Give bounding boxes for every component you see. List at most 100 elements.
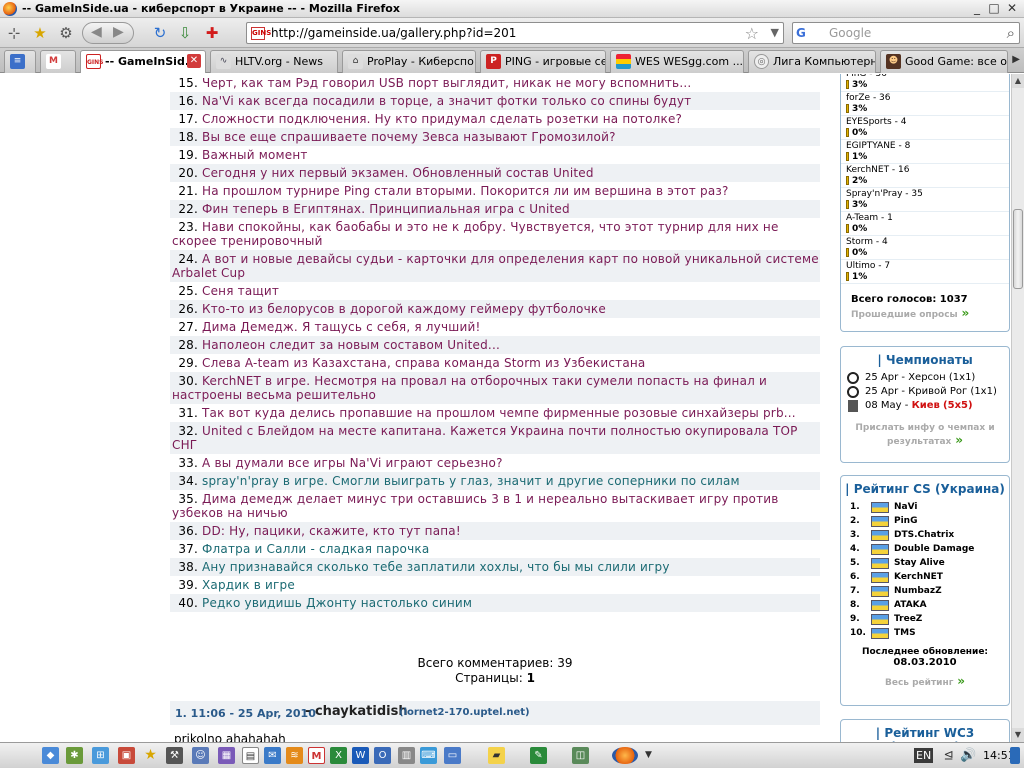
scroll-thumb[interactable] xyxy=(1013,209,1023,289)
bookmark-star-icon[interactable]: ★ xyxy=(30,23,50,43)
caption-link[interactable]: spray'n'pray в игре. Смогли выиграть у г… xyxy=(202,474,740,488)
maximize-icon[interactable]: □ xyxy=(985,1,1003,16)
favorites-star-icon[interactable]: ★ xyxy=(142,747,159,764)
viewer-app-icon[interactable]: ◫ xyxy=(572,747,589,764)
tab-rss[interactable]: ≡ xyxy=(4,50,36,73)
settings-app-icon[interactable]: ✱ xyxy=(66,747,83,764)
caption-link[interactable]: Фин теперь в Египтянах. Принципиальная и… xyxy=(202,202,570,216)
chat-app-icon[interactable]: ✉ xyxy=(264,747,281,764)
past-polls-link[interactable]: Прошедшие опросы » xyxy=(851,306,969,320)
tools-app-icon[interactable]: ⚒ xyxy=(166,747,183,764)
caption-link[interactable]: Наполеон следит за новым составом United… xyxy=(202,338,500,352)
rating-team[interactable]: PinG xyxy=(894,514,917,528)
calendar-app-icon[interactable]: ▦ xyxy=(218,747,235,764)
keyboard-app-icon[interactable]: ⌨ xyxy=(420,747,437,764)
scroll-up-icon[interactable]: ▲ xyxy=(1012,74,1024,88)
rating-row[interactable]: 2. PinG xyxy=(841,514,1009,528)
rating-row[interactable]: 8. ATAKA xyxy=(841,598,1009,612)
caption-link[interactable]: Вы все еще спрашиваете почему Зевса назы… xyxy=(202,130,616,144)
caption-link[interactable]: United с Блейдом на месте капитана. Каже… xyxy=(172,424,798,452)
caption-link[interactable]: Na'Vi как всегда посадили в торце, а зна… xyxy=(202,94,691,108)
tab-close-icon[interactable]: ✕ xyxy=(187,54,201,68)
past-polls-label[interactable]: Прошедшие опросы xyxy=(851,310,958,320)
rating-team[interactable]: TreeZ xyxy=(894,612,922,626)
championship-place[interactable]: Херсон xyxy=(908,372,946,383)
scroll-down-icon[interactable]: ▼ xyxy=(1012,728,1024,742)
championship-row[interactable]: 25 Apr - Кривой Рог (1x1) xyxy=(841,385,1009,399)
caption-link[interactable]: Хардик в игре xyxy=(202,578,295,592)
page-scrollbar[interactable]: ▲ ▼ xyxy=(1011,74,1024,742)
folder-app-icon[interactable]: ▰ xyxy=(488,747,505,764)
caption-link[interactable]: Важный момент xyxy=(202,148,308,162)
rating-team[interactable]: DTS.Chatrix xyxy=(894,528,954,542)
rating-team[interactable]: KerchNET xyxy=(894,570,943,584)
download-icon[interactable]: ⇩ xyxy=(175,23,195,43)
search-input[interactable]: Google xyxy=(829,26,871,40)
caption-link[interactable]: А вы думали все игры Na'Vi играют серьез… xyxy=(202,456,503,470)
tray-arrow-icon[interactable]: ⊴ xyxy=(940,747,957,764)
addon-plus-icon[interactable]: ✚ xyxy=(202,23,222,43)
championship-place[interactable]: Кривой Рог xyxy=(908,386,967,397)
rss-app-icon[interactable]: ≋ xyxy=(286,747,303,764)
excel-app-icon[interactable]: X xyxy=(330,747,347,764)
caption-link[interactable]: Черт, как там Рэд говорил USB порт выгля… xyxy=(202,76,691,90)
rating-row[interactable]: 9. TreeZ xyxy=(841,612,1009,626)
tab-ping[interactable]: P PING - игровые се... xyxy=(480,50,606,73)
url-bar[interactable]: GINS http://gameinside.ua/gallery.php?id… xyxy=(246,22,784,44)
remote-app-icon[interactable]: ▭ xyxy=(444,747,461,764)
document-app-icon[interactable]: ▤ xyxy=(242,747,259,764)
caption-link[interactable]: Сегодня у них первый экзамен. Обновленны… xyxy=(202,166,594,180)
caption-link[interactable]: Флатра и Салли - сладкая парочка xyxy=(202,542,429,556)
championship-row[interactable]: 25 Apr - Херсон (1x1) xyxy=(841,371,1009,385)
show-desktop-icon[interactable] xyxy=(1010,747,1020,764)
full-rating-label[interactable]: Весь рейтинг xyxy=(885,678,953,688)
send-info-link[interactable]: Прислать инфу о чемпах и результатах » xyxy=(841,413,1009,448)
rating-row[interactable]: 5. Stay Alive xyxy=(841,556,1009,570)
rating-team[interactable]: ATAKA xyxy=(894,598,927,612)
author-name[interactable]: chaykatidish xyxy=(315,704,408,719)
caption-link[interactable]: Сложности подключения. Ну кто придумал с… xyxy=(202,112,682,126)
caption-link[interactable]: Сеня тащит xyxy=(202,284,279,298)
gmail-app-icon[interactable]: M xyxy=(308,747,325,764)
word-app-icon[interactable]: W xyxy=(352,747,369,764)
bookmark-page-icon[interactable]: ☆ xyxy=(745,24,759,43)
tab-liga[interactable]: ◎ Лига Компьютерн... xyxy=(748,50,876,73)
close-icon[interactable]: ✕ xyxy=(1003,1,1021,16)
language-indicator[interactable]: EN xyxy=(914,748,934,763)
page-number[interactable]: 1 xyxy=(527,671,535,685)
full-rating-link[interactable]: Весь рейтинг » xyxy=(841,674,1009,688)
cursor-icon[interactable]: ⊹ xyxy=(4,23,24,43)
rating-team[interactable]: NumbazZ xyxy=(894,584,942,598)
taskbar-dropdown-icon[interactable]: ▼ xyxy=(640,747,657,764)
volume-icon[interactable]: 🔊 xyxy=(960,747,977,764)
contacts-app-icon[interactable]: ☺ xyxy=(192,747,209,764)
forward-arrow-icon[interactable]: ▶ xyxy=(113,24,124,40)
championship-place[interactable]: Киев xyxy=(912,400,940,411)
rating-row[interactable]: 7. NumbazZ xyxy=(841,584,1009,598)
outlook-app-icon[interactable]: O xyxy=(374,747,391,764)
championship-row[interactable]: 08 May - Киев (5x5) xyxy=(841,399,1009,413)
back-arrow-icon[interactable]: ◀ xyxy=(91,24,102,40)
rating-team[interactable]: Double Damage xyxy=(894,542,974,556)
send-info-label[interactable]: Прислать инфу о чемпах и результатах xyxy=(855,423,994,447)
rating-row[interactable]: 6. KerchNET xyxy=(841,570,1009,584)
reload-icon[interactable]: ↻ xyxy=(150,23,170,43)
tab-gameinside[interactable]: GINS -- GameInSid... ✕ xyxy=(80,50,206,73)
rating-team[interactable]: TMS xyxy=(894,626,916,640)
rating-row[interactable]: 3. DTS.Chatrix xyxy=(841,528,1009,542)
rating-row[interactable]: 1. NaVi xyxy=(841,500,1009,514)
caption-link[interactable]: KerchNET в игре. Несмотря на провал на о… xyxy=(172,374,767,402)
tools-icon[interactable]: ⚙ xyxy=(56,23,76,43)
media-app-icon[interactable]: ▣ xyxy=(118,747,135,764)
firefox-taskbar-icon[interactable] xyxy=(612,747,638,764)
tab-proplay[interactable]: ⌂ ProPlay - Киберспо... xyxy=(342,50,476,73)
tab-list-arrow-icon[interactable]: ▶ xyxy=(1012,54,1020,65)
caption-link[interactable]: Кто-то из белорусов в дорогой каждому ге… xyxy=(202,302,606,316)
caption-link[interactable]: DD: Ну, пацики, скажите, кто тут папа! xyxy=(202,524,461,538)
tab-gmail[interactable]: M xyxy=(40,50,76,73)
caption-link[interactable]: Так вот куда делись пропавшие на прошлом… xyxy=(202,406,796,420)
rating-team[interactable]: NaVi xyxy=(894,500,918,514)
rating-row[interactable]: 10. TMS xyxy=(841,626,1009,640)
google-engine-icon[interactable]: G xyxy=(796,26,812,41)
caption-link[interactable]: Дима Демедж. Я тащусь с себя, я лучший! xyxy=(202,320,480,334)
